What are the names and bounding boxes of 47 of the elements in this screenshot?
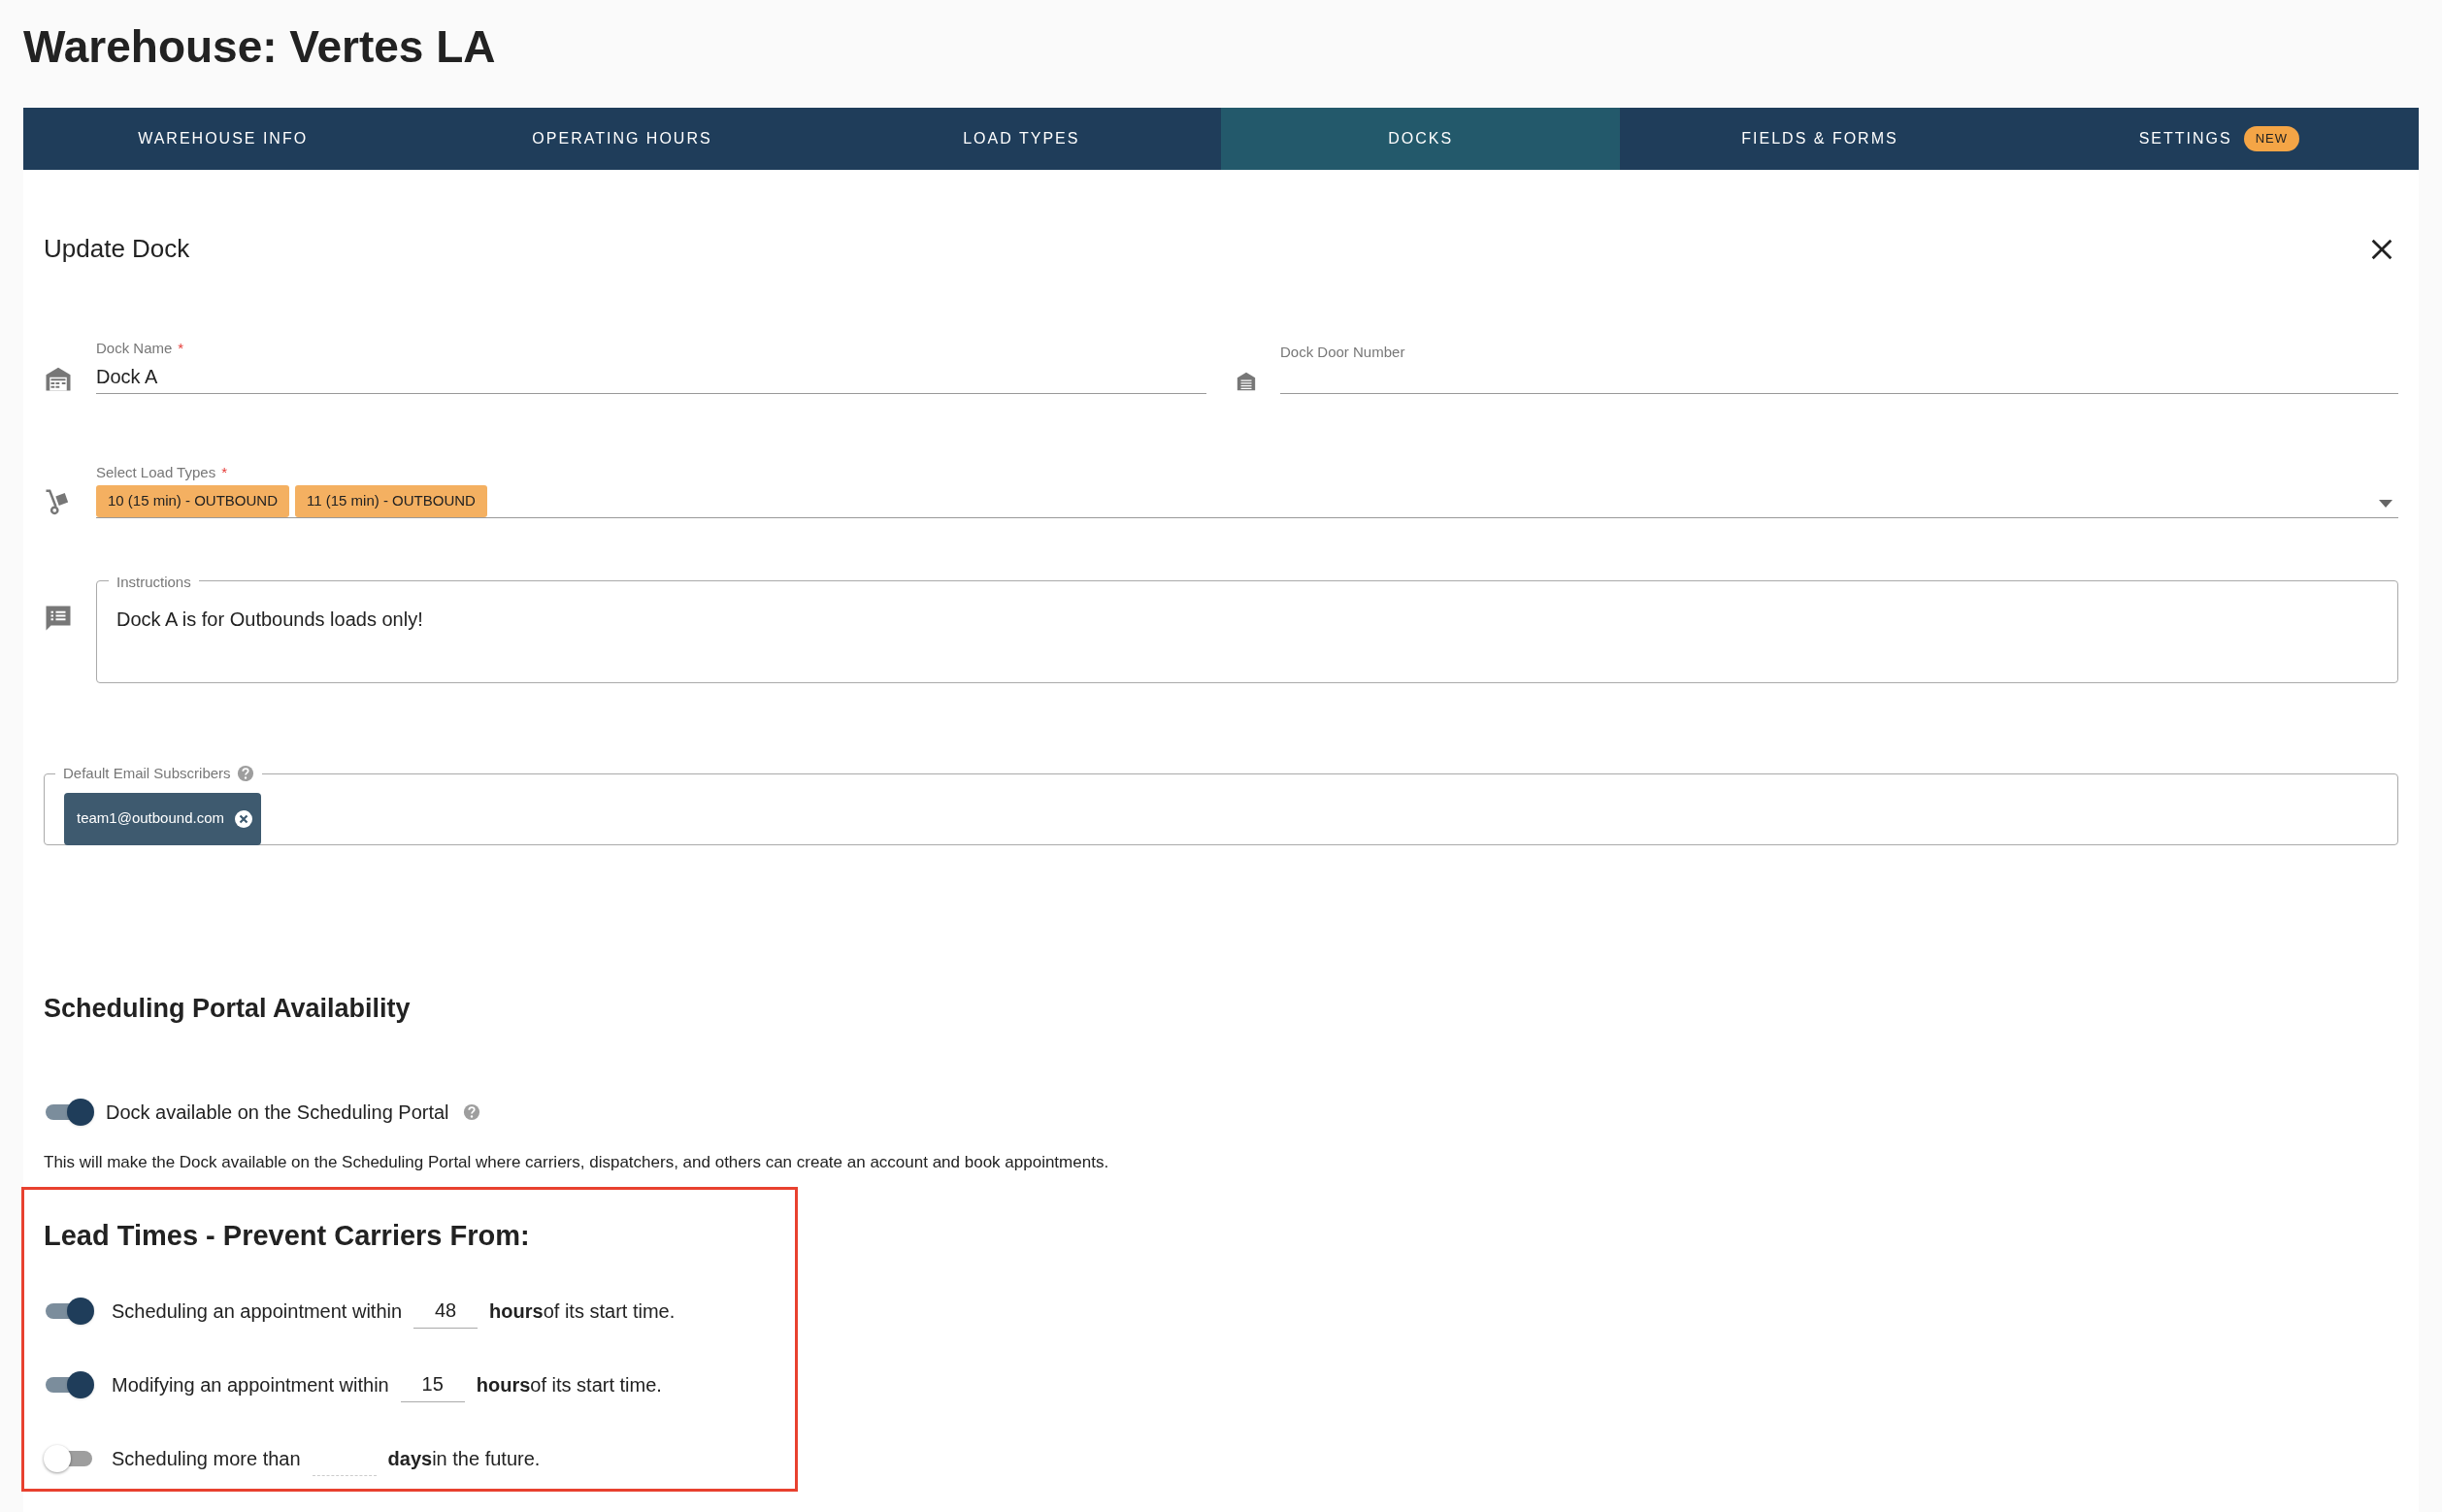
lead-time-label: Modifying an appointment within [112, 1373, 389, 1397]
lead-time-label: Scheduling an appointment within [112, 1299, 403, 1324]
lead-time-unit: hours [476, 1373, 531, 1397]
garage-door-icon [1236, 370, 1257, 392]
toggle-switch[interactable] [44, 1298, 94, 1325]
toggle-label: Dock available on the Scheduling Portal [106, 1101, 449, 1125]
new-badge: NEW [2243, 126, 2299, 151]
portal-description: This will make the Dock available on the Scheduling Portal where carriers, dispatchers, and others can create an account and book appointments. [44, 1152, 1110, 1173]
tab[interactable]: OPERATING HOURS [422, 108, 822, 170]
tab[interactable]: DOCKS [1221, 108, 1621, 170]
lead-time-suffix: of its start time. [543, 1299, 676, 1324]
tab[interactable]: FIELDS & FORMS [1620, 108, 2020, 170]
field-value: Dock A is for Outbounds loads only! [116, 608, 423, 630]
lead-time-input[interactable]: 48 [413, 1294, 478, 1329]
tab[interactable]: SETTINGS NEW [2019, 108, 2419, 170]
dock-name-field[interactable]: Dock Name * Dock A [96, 338, 1206, 394]
required-asterisk: * [221, 463, 227, 480]
toggle-switch[interactable] [44, 1445, 94, 1472]
required-asterisk: * [178, 340, 184, 356]
dropdown-caret-icon[interactable] [2379, 499, 2392, 508]
toggle-switch[interactable] [44, 1371, 94, 1398]
field-label: Default Email Subscribers [63, 763, 231, 783]
lead-time-input[interactable]: 15 [400, 1367, 465, 1402]
lead-time-unit: days [387, 1447, 433, 1471]
section-title: Scheduling Portal Availability [44, 992, 412, 1025]
tab[interactable]: LOAD TYPES [821, 108, 1221, 170]
field-label: Select Load Types * [96, 462, 228, 482]
tab[interactable]: WAREHOUSE INFO [23, 108, 423, 170]
lead-time-label: Scheduling more than [112, 1447, 301, 1471]
lead-times-title: Lead Times - Prevent Carriers From: [44, 1218, 531, 1253]
help-icon[interactable] [462, 1103, 480, 1121]
email-chip[interactable]: team1@outbound.com [64, 792, 261, 845]
load-types-select[interactable]: Select Load Types * 10 (15 min) - OUTBOUND 11 (15 min) - OUTBOUND [96, 461, 2398, 518]
page-title: Warehouse: Vertes LA [22, 20, 497, 74]
field-label: Dock Door Number [1280, 342, 1406, 362]
lead-time-unit: hours [489, 1299, 544, 1324]
field-label: Dock Name * [96, 339, 185, 358]
lead-time-suffix: in the future. [432, 1447, 541, 1471]
form-title: Update Dock [44, 233, 190, 265]
lead-time-suffix: of its start time. [530, 1373, 662, 1397]
field-value: Dock A [96, 364, 159, 389]
dock-door-number-field[interactable]: Dock Door Number [1280, 341, 2398, 394]
toggle-switch[interactable] [44, 1099, 94, 1126]
load-type-chip[interactable]: 11 (15 min) - OUTBOUND [295, 485, 487, 517]
help-icon[interactable] [236, 764, 254, 782]
load-type-chip[interactable]: 10 (15 min) - OUTBOUND [96, 485, 290, 517]
remove-icon[interactable] [234, 808, 253, 829]
